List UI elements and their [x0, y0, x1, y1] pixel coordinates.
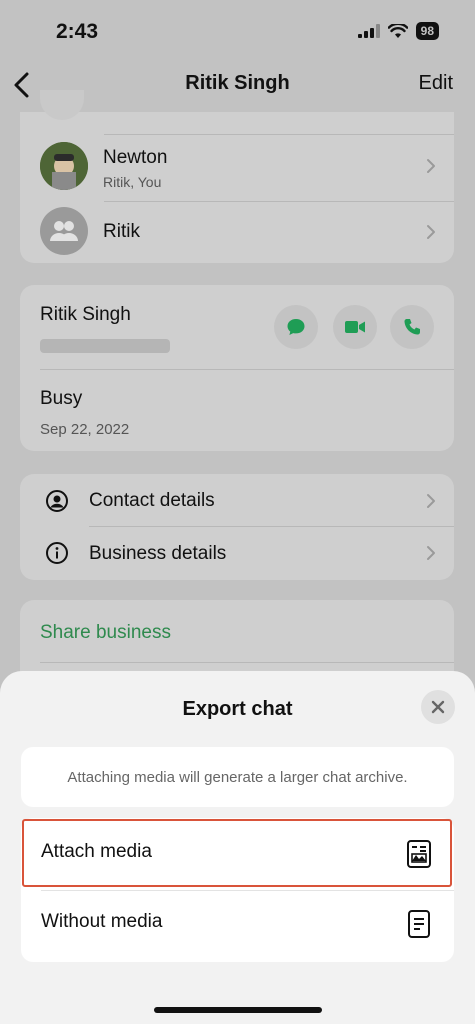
group-avatar-newton	[40, 142, 88, 190]
chevron-right-icon	[427, 225, 435, 239]
wifi-icon	[387, 23, 408, 38]
edit-button[interactable]: Edit	[419, 72, 453, 95]
divider	[104, 134, 454, 135]
details-card: Contact details Business details	[20, 474, 454, 580]
message-icon	[287, 319, 305, 335]
video-camera-icon	[345, 321, 365, 333]
people-icon	[50, 221, 78, 241]
option-label: Without media	[41, 911, 163, 932]
contact-details-label: Contact details	[89, 490, 215, 511]
group-name: Newton	[103, 147, 168, 168]
info-text: Attaching media will generate a larger c…	[67, 768, 408, 786]
avatar	[40, 90, 84, 120]
chevron-right-icon	[427, 159, 435, 173]
attach-media-highlight	[22, 819, 452, 887]
chevron-right-icon	[427, 546, 435, 560]
home-indicator[interactable]	[154, 1007, 322, 1013]
status-time: 2:43	[56, 20, 99, 43]
group-avatar-default	[40, 207, 88, 255]
status-icons: 98	[357, 22, 439, 40]
without-media-option[interactable]: Without media	[21, 890, 454, 962]
group-name: Ritik	[103, 221, 140, 242]
voice-call-button[interactable]	[390, 305, 434, 349]
video-call-button[interactable]	[333, 305, 377, 349]
sheet-title: Export chat	[182, 698, 293, 720]
contact-card: Ritik Singh Busy Sep 22, 2022	[20, 285, 454, 451]
chevron-right-icon	[427, 494, 435, 508]
about-text: Busy	[40, 388, 83, 409]
phone-number-blurred	[40, 339, 170, 353]
group-photo-icon	[40, 142, 88, 190]
text-document-icon	[408, 910, 430, 938]
divider	[40, 369, 454, 370]
share-business-link[interactable]: Share business	[40, 622, 171, 644]
phone-icon	[404, 319, 420, 335]
divider	[104, 201, 454, 202]
groups-in-common-card: Newton Ritik, You Ritik	[20, 90, 454, 263]
info-box: Attaching media will generate a larger c…	[21, 747, 454, 807]
message-button[interactable]	[274, 305, 318, 349]
screen: 2:43 98 Ritik Singh Edit Newton Ritik, Y…	[0, 0, 475, 1024]
contact-name: Ritik Singh	[40, 304, 131, 325]
divider	[40, 662, 454, 663]
close-button[interactable]	[421, 690, 455, 724]
info-circle-icon	[46, 542, 68, 564]
about-date: Sep 22, 2022	[40, 421, 130, 438]
close-icon	[431, 700, 445, 714]
business-details-label: Business details	[89, 543, 227, 564]
group-members: Ritik, You	[103, 174, 162, 190]
person-circle-icon	[46, 490, 68, 512]
divider	[89, 526, 454, 527]
battery-level: 98	[415, 22, 439, 40]
signal-icon	[357, 24, 380, 38]
